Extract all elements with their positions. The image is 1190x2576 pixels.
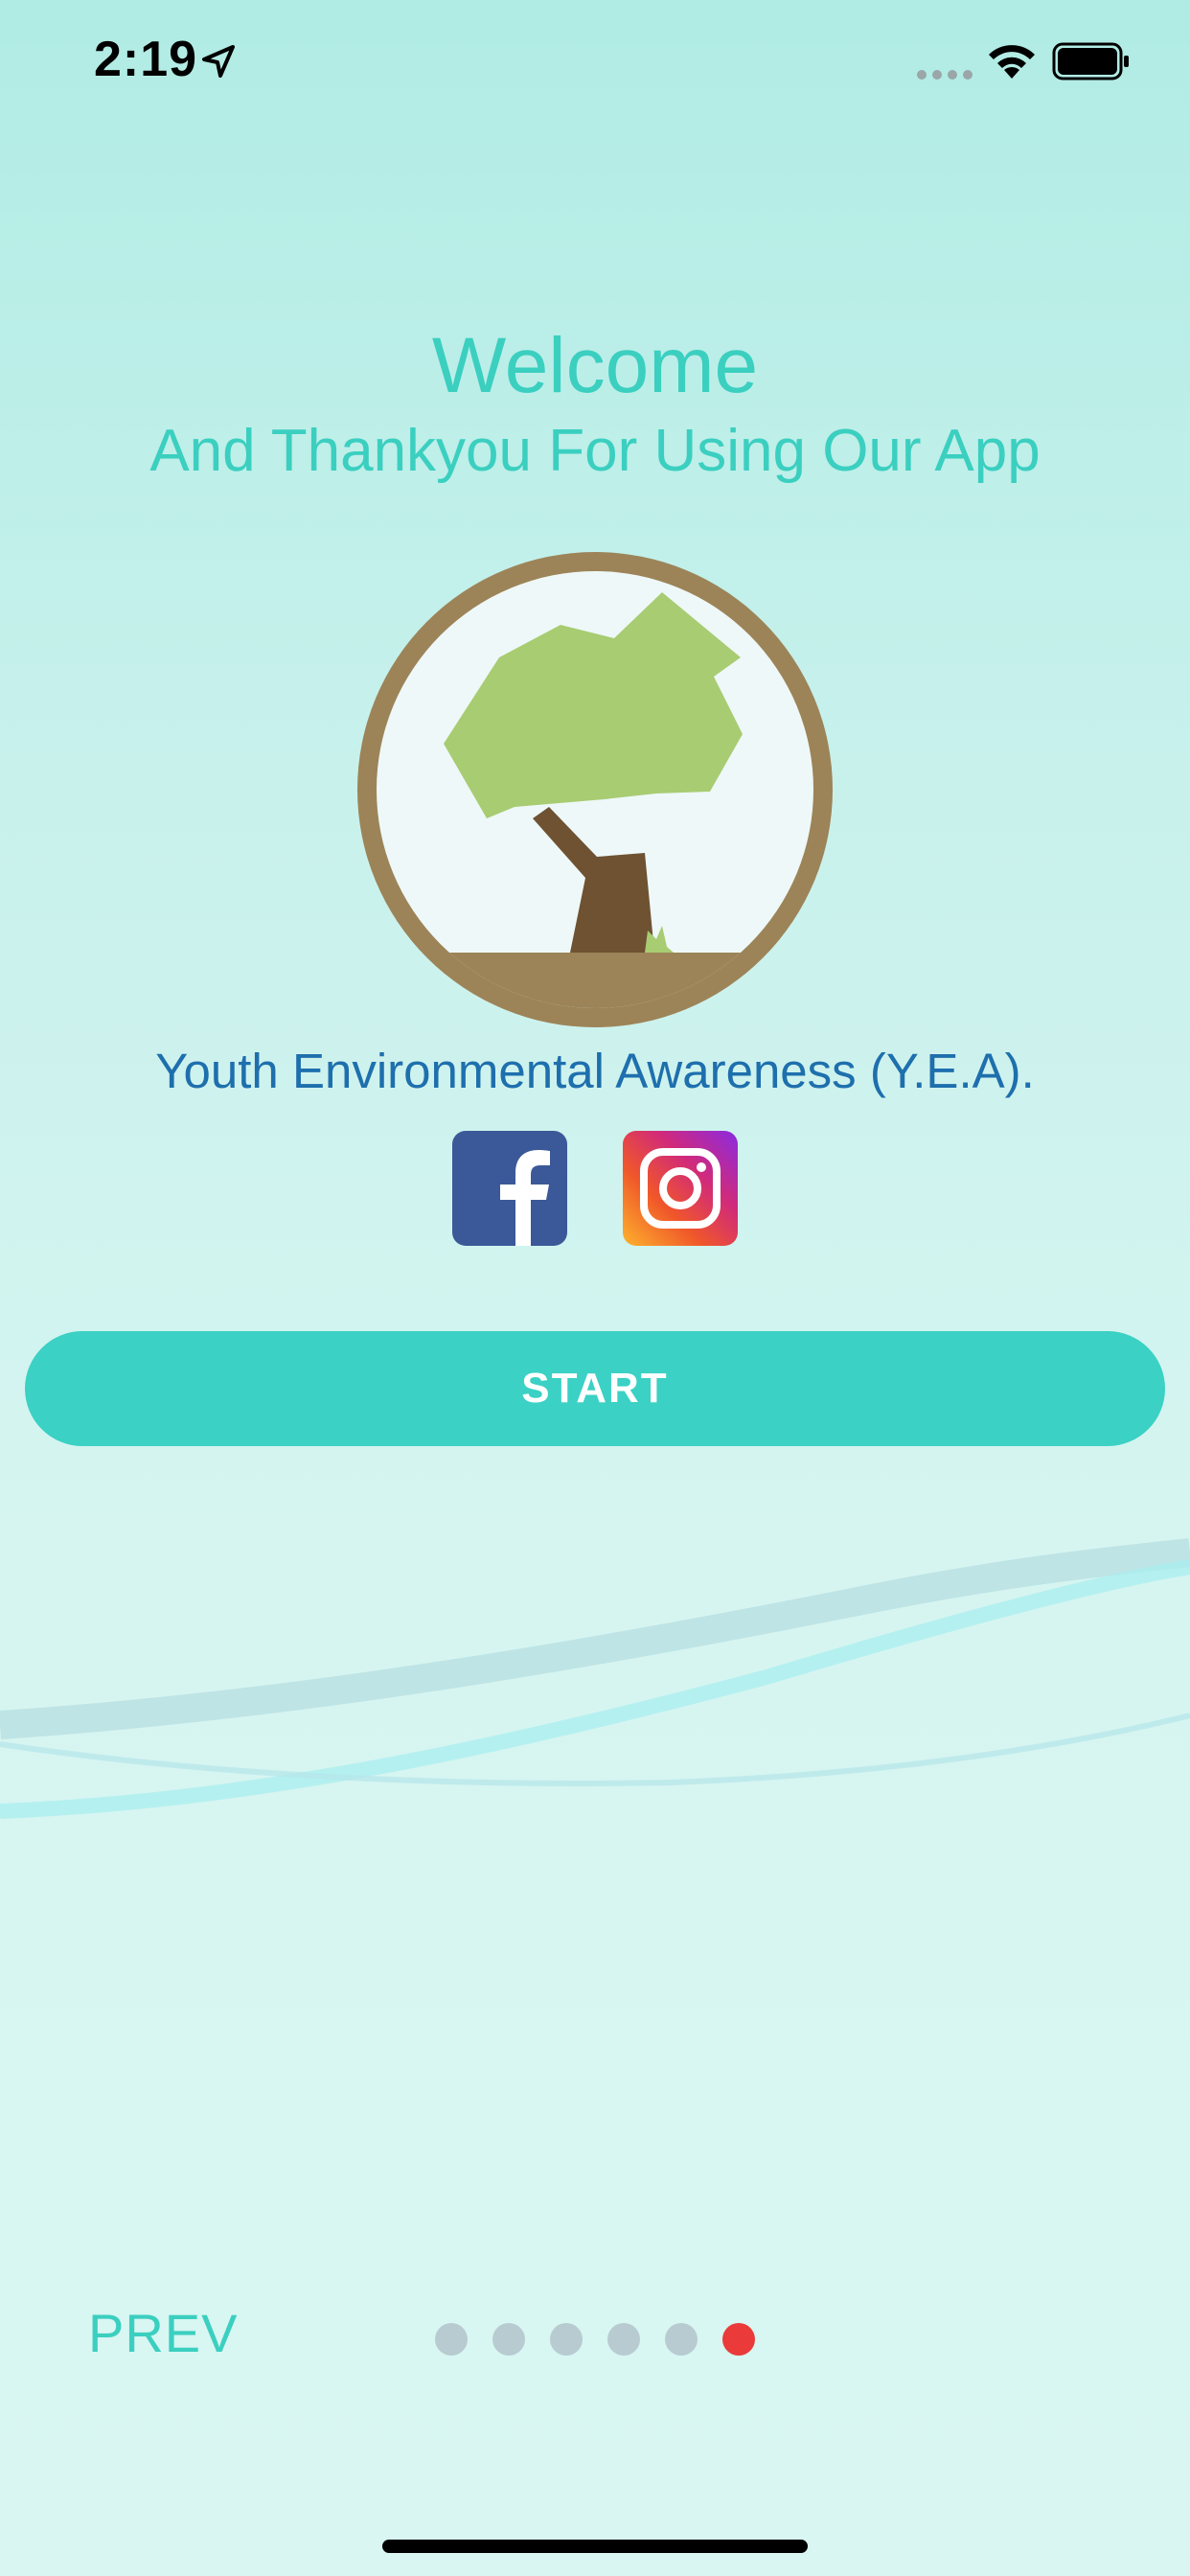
- welcome-title: Welcome: [431, 322, 759, 409]
- decorative-waves: [0, 1538, 1190, 1819]
- organization-name: Youth Environmental Awareness (Y.E.A).: [155, 1044, 1035, 1098]
- tree-logo-icon: [357, 552, 833, 1027]
- prev-button[interactable]: PREV: [88, 2302, 239, 2364]
- facebook-icon: [500, 1150, 550, 1246]
- instagram-button[interactable]: [623, 1131, 738, 1246]
- page-dot-2[interactable]: [492, 2323, 525, 2356]
- location-arrow-icon: [202, 45, 235, 78]
- start-button[interactable]: START: [25, 1331, 1165, 1446]
- page-dot-5[interactable]: [665, 2323, 698, 2356]
- status-time: 2:19: [94, 32, 198, 87]
- status-bar: 2:19: [0, 0, 1190, 125]
- page-dot-3[interactable]: [550, 2323, 583, 2356]
- page-indicator: [435, 2323, 755, 2356]
- home-indicator[interactable]: [382, 2540, 808, 2553]
- instagram-icon: [640, 1148, 721, 1229]
- cellular-signal-icon: [917, 70, 973, 80]
- wifi-icon: [989, 45, 1035, 79]
- page-dot-4[interactable]: [607, 2323, 640, 2356]
- welcome-subtitle: And Thankyou For Using Our App: [149, 418, 1041, 484]
- battery-icon: [1052, 42, 1129, 80]
- page-dot-1[interactable]: [435, 2323, 468, 2356]
- facebook-button[interactable]: [452, 1131, 567, 1246]
- page-dot-6-active[interactable]: [722, 2323, 755, 2356]
